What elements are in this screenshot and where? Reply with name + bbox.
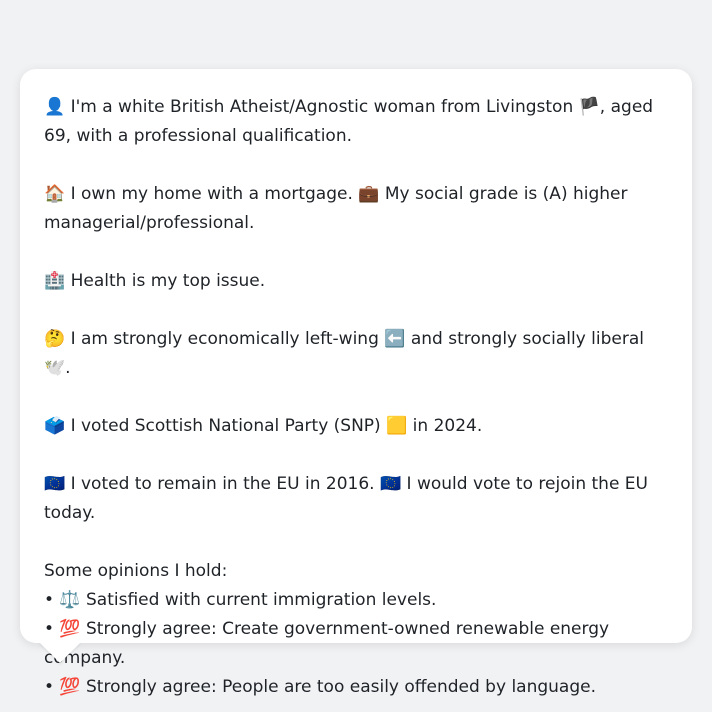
- profile-eu-vote: 🇪🇺 I voted to remain in the EU in 2016. …: [44, 474, 648, 523]
- opinions-list: • ⚖️ Satisfied with current immigration …: [44, 586, 668, 702]
- opinion-item: • 💯 Strongly agree: People are too easil…: [44, 677, 596, 697]
- profile-ideology: 🤔 I am strongly economically left-wing ⬅…: [44, 329, 644, 378]
- profile-vote-2024: 🗳️ I voted Scottish National Party (SNP)…: [44, 416, 483, 436]
- profile-demographics: 👤 I'm a white British Atheist/Agnostic w…: [44, 97, 654, 146]
- message-bubble: 👤 I'm a white British Atheist/Agnostic w…: [20, 69, 692, 697]
- profile-housing-grade: 🏠 I own my home with a mortgage. 💼 My so…: [44, 184, 628, 233]
- opinion-item: • 💯 Strongly agree: Create government-ow…: [44, 619, 610, 668]
- opinions-heading: Some opinions I hold:: [44, 561, 228, 581]
- bubble-tail: [39, 642, 81, 663]
- opinion-item: • ⚖️ Satisfied with current immigration …: [44, 590, 437, 610]
- profile-top-issue: 🏥 Health is my top issue.: [44, 271, 266, 291]
